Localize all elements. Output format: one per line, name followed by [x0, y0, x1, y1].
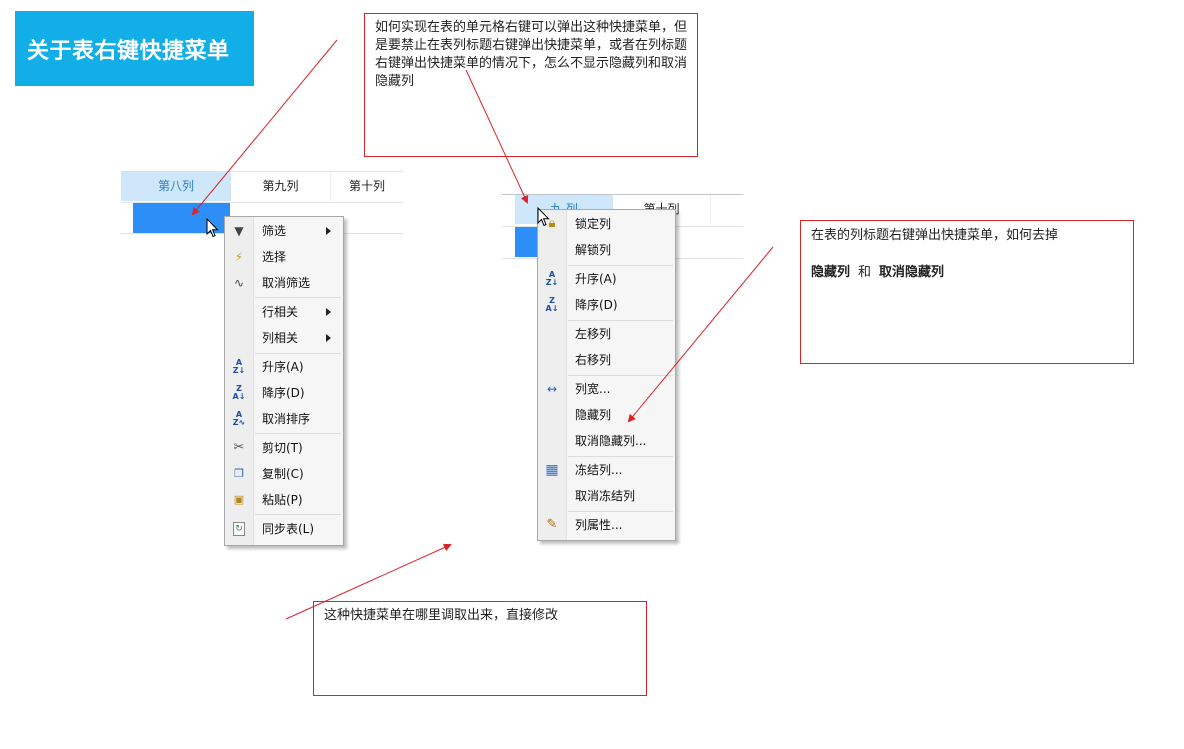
arrow-to-cell — [191, 39, 338, 216]
arrow-to-hide-column — [627, 246, 774, 423]
annotation-arrows — [191, 39, 774, 620]
arrow-to-menu — [285, 543, 452, 620]
arrow-to-header — [465, 69, 529, 204]
